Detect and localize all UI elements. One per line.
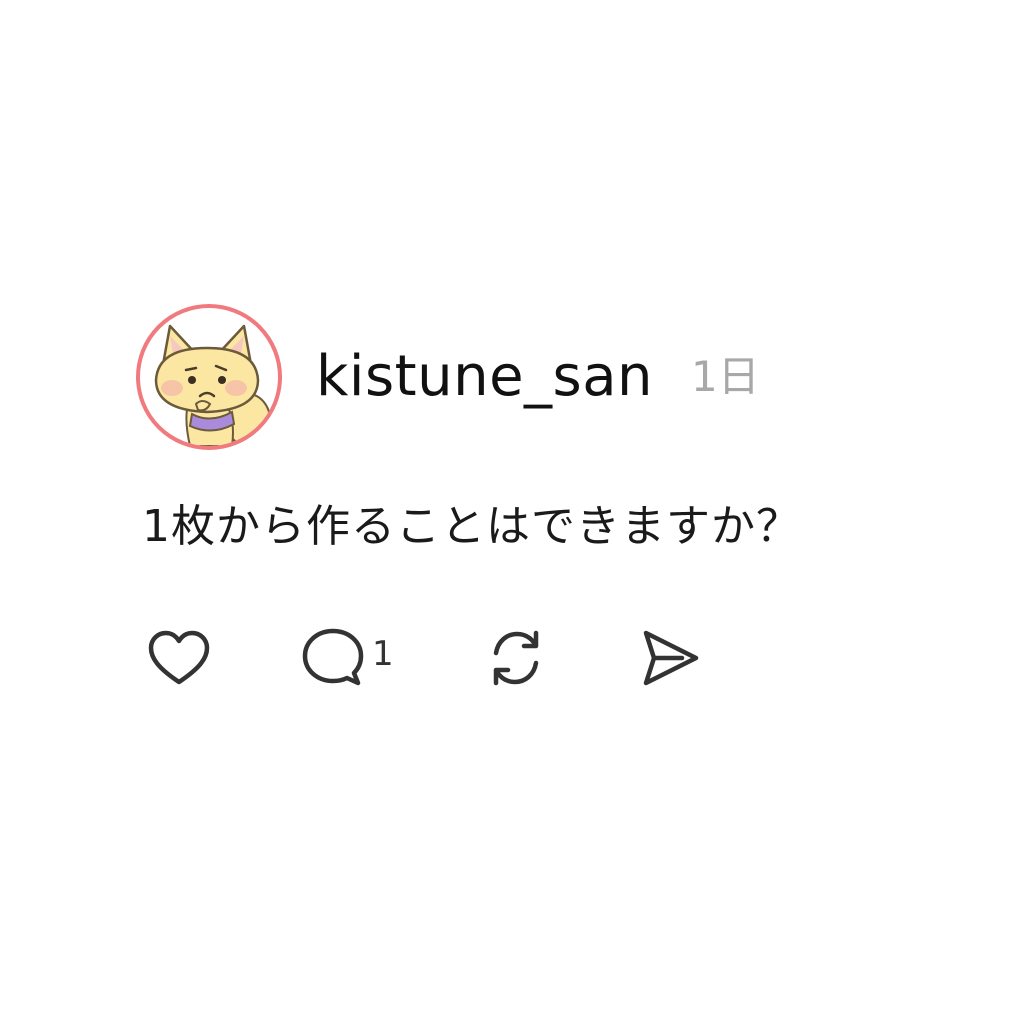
send-icon <box>643 630 698 686</box>
like-button[interactable] <box>148 630 212 686</box>
post-actions: 1 <box>148 626 702 690</box>
post-header: kistune_san 1日 <box>136 300 760 454</box>
heart-icon <box>148 630 210 685</box>
username[interactable]: kistune_san <box>316 349 653 405</box>
reply-count: 1 <box>372 634 394 674</box>
post-text: 1枚から作ることはできますか？ <box>142 501 801 552</box>
repost-button[interactable] <box>484 627 548 689</box>
reply-button[interactable]: 1 <box>302 627 394 689</box>
speech-bubble-icon <box>302 628 364 686</box>
post-timestamp: 1日 <box>691 352 760 401</box>
post-card: kistune_san 1日 1枚から作ることはできますか？ 1 <box>0 0 1024 1024</box>
avatar[interactable] <box>136 304 282 450</box>
share-button[interactable] <box>638 628 702 688</box>
fox-avatar-icon <box>154 324 271 446</box>
repost-icon <box>493 630 538 686</box>
